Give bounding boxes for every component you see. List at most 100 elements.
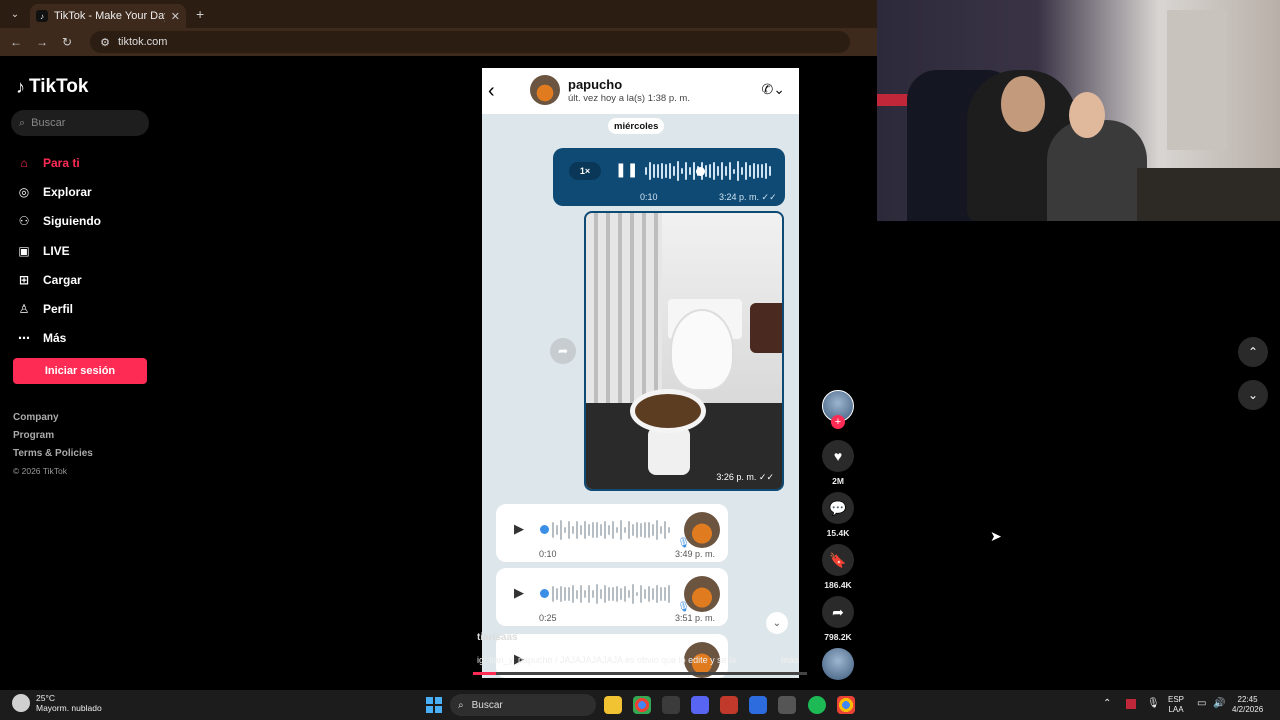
incoming-voice-message: ▶ 🎙 0:10 3:49 p. m. [496, 504, 728, 562]
sidebar-item-label: Explorar [43, 184, 92, 199]
waveform-bar [620, 587, 622, 601]
waveform-bar [620, 520, 622, 540]
profile-icon: ♙ [18, 302, 30, 317]
chrome-icon[interactable] [633, 696, 651, 714]
clock[interactable]: 22:45 4/2/2026 [1232, 695, 1263, 715]
chevron-up-icon[interactable]: ⌃ [1103, 699, 1111, 709]
sidebar-item-para-ti[interactable]: ⌂ Para ti [15, 148, 101, 177]
footer-link-company[interactable]: Company [13, 412, 93, 430]
reload-icon[interactable]: ↻ [62, 35, 72, 49]
back-icon[interactable]: ← [10, 35, 22, 49]
address-bar[interactable]: ⚙ tiktok.com [90, 31, 851, 53]
compass-icon: ◎ [18, 184, 30, 199]
save-button[interactable]: 🔖 186.4K [822, 544, 854, 590]
new-tab-icon[interactable]: + [196, 6, 204, 22]
windows-start-icon[interactable] [426, 697, 442, 713]
waveform-bar [628, 520, 630, 540]
steam-icon[interactable] [778, 696, 796, 714]
sidebar-item-label: LIVE [43, 243, 70, 258]
mic-icon[interactable]: 🎙 [1147, 699, 1160, 709]
volume-icon[interactable]: 🔊 [1213, 699, 1225, 709]
photo-toilet-lid [670, 309, 734, 391]
photo-message: 3:26 p. m. ✓✓ [584, 211, 784, 491]
sidebar-item-perfil[interactable]: ♙ Perfil [15, 294, 101, 323]
waveform-bar [616, 585, 618, 603]
waveform-bar [552, 522, 554, 538]
waveform-bar [713, 162, 715, 180]
waveform-bar [640, 522, 642, 537]
tray-app-icon[interactable] [1126, 699, 1136, 709]
waveform-bar [588, 585, 590, 603]
language-indicator[interactable]: ESP LAA [1168, 695, 1184, 715]
message-time: 3:24 p. m. ✓✓ [719, 192, 777, 202]
share-button[interactable]: ➦ 798.2K [822, 596, 854, 642]
sidebar-item-siguiendo[interactable]: ⚇ Siguiendo [15, 207, 101, 236]
file-explorer-icon[interactable] [604, 696, 622, 714]
video-player[interactable]: ‹ papucho últ. vez hoy a la(s) 1:38 p. m… [482, 68, 799, 678]
previous-video-button[interactable]: ⌃ [1238, 337, 1268, 367]
sidebar-item-live[interactable]: ▣ LIVE [15, 236, 101, 265]
voice-duration: 0:25 [539, 613, 557, 623]
sidebar-item-label: Siguiendo [43, 214, 101, 229]
footer-link-terms[interactable]: Terms & Policies [13, 448, 93, 466]
spotify-icon[interactable] [808, 696, 826, 714]
tab-tiktok[interactable]: ♪ TikTok - Make Your Day ✕ [30, 4, 186, 28]
waveform-bar [556, 587, 558, 601]
waveform-bar [568, 587, 570, 601]
waveform-bar [660, 526, 662, 534]
waveform-bar [745, 162, 747, 180]
comment-button[interactable]: 💬 15.4K [822, 492, 854, 538]
discord-icon[interactable] [691, 696, 709, 714]
tiktok-logo[interactable]: ♪ TikTok [16, 76, 88, 98]
music-disc-icon[interactable] [822, 648, 854, 680]
clock-time: 22:45 [1237, 695, 1258, 704]
browser-tab-bar: ⌄ ♪ TikTok - Make Your Day ✕ + [0, 0, 877, 28]
language-bottom: LAA [1168, 705, 1184, 714]
waveform-bar [572, 526, 574, 534]
video-author[interactable]: tiarisaas [477, 632, 518, 643]
waveform-bar [685, 161, 687, 181]
live-icon: ▣ [18, 243, 30, 258]
waveform-bar [681, 168, 683, 174]
site-info-icon[interactable]: ⚙ [100, 36, 110, 49]
taskbar-search[interactable]: ⌕ Buscar [450, 694, 596, 716]
mic-icon: 🎙 [677, 538, 690, 549]
taskbar-search-label: Buscar [471, 699, 503, 711]
sidebar-footer: Company Program Terms & Policies © 2026 … [13, 412, 93, 484]
waveform-bar [580, 525, 582, 535]
waveform-bar [624, 585, 626, 603]
search-placeholder: Buscar [31, 117, 66, 129]
waveform-bar [636, 522, 638, 538]
weather-widget[interactable]: 25°C Mayorm. nublado [12, 693, 102, 713]
waveform-bar [689, 166, 691, 176]
tiktok-note-icon: ♪ [16, 76, 25, 97]
waveform-bar [677, 161, 679, 181]
caption-more-link[interactable]: más [781, 655, 799, 665]
app-icon[interactable] [749, 696, 767, 714]
upload-icon: ⊞ [18, 272, 30, 287]
sidebar-item-mas[interactable]: ⋯ Más [15, 324, 101, 353]
search-input[interactable]: ⌕ Buscar [11, 110, 149, 136]
sidebar-item-cargar[interactable]: ⊞ Cargar [15, 265, 101, 294]
sidebar-item-explorar[interactable]: ◎ Explorar [15, 177, 101, 206]
tab-menu-icon[interactable]: ⌄ [4, 4, 26, 24]
forward-icon[interactable]: → [36, 35, 48, 49]
like-button[interactable]: ♥ 2M [822, 440, 854, 486]
playback-speed: 1× [569, 162, 601, 180]
video-progress-bar[interactable] [473, 672, 807, 675]
share-icon: ➦ [822, 596, 854, 628]
waveform-bar [660, 587, 662, 601]
waveform-bar [564, 586, 566, 602]
waveform-bar [749, 164, 751, 178]
network-icon[interactable]: ▭ [1197, 699, 1206, 709]
browser-nav-bar: ← → ↻ ⚙ tiktok.com [0, 28, 877, 56]
close-tab-icon[interactable]: ✕ [171, 10, 180, 23]
store-icon[interactable] [662, 696, 680, 714]
following-icon: ⚇ [18, 214, 30, 229]
follow-plus-icon[interactable]: + [831, 415, 845, 429]
next-video-button[interactable]: ⌄ [1238, 380, 1268, 410]
footer-link-program[interactable]: Program [13, 430, 93, 448]
login-button[interactable]: Iniciar sesión [13, 358, 147, 384]
app-icon[interactable] [720, 696, 738, 714]
chrome-icon[interactable] [837, 696, 855, 714]
